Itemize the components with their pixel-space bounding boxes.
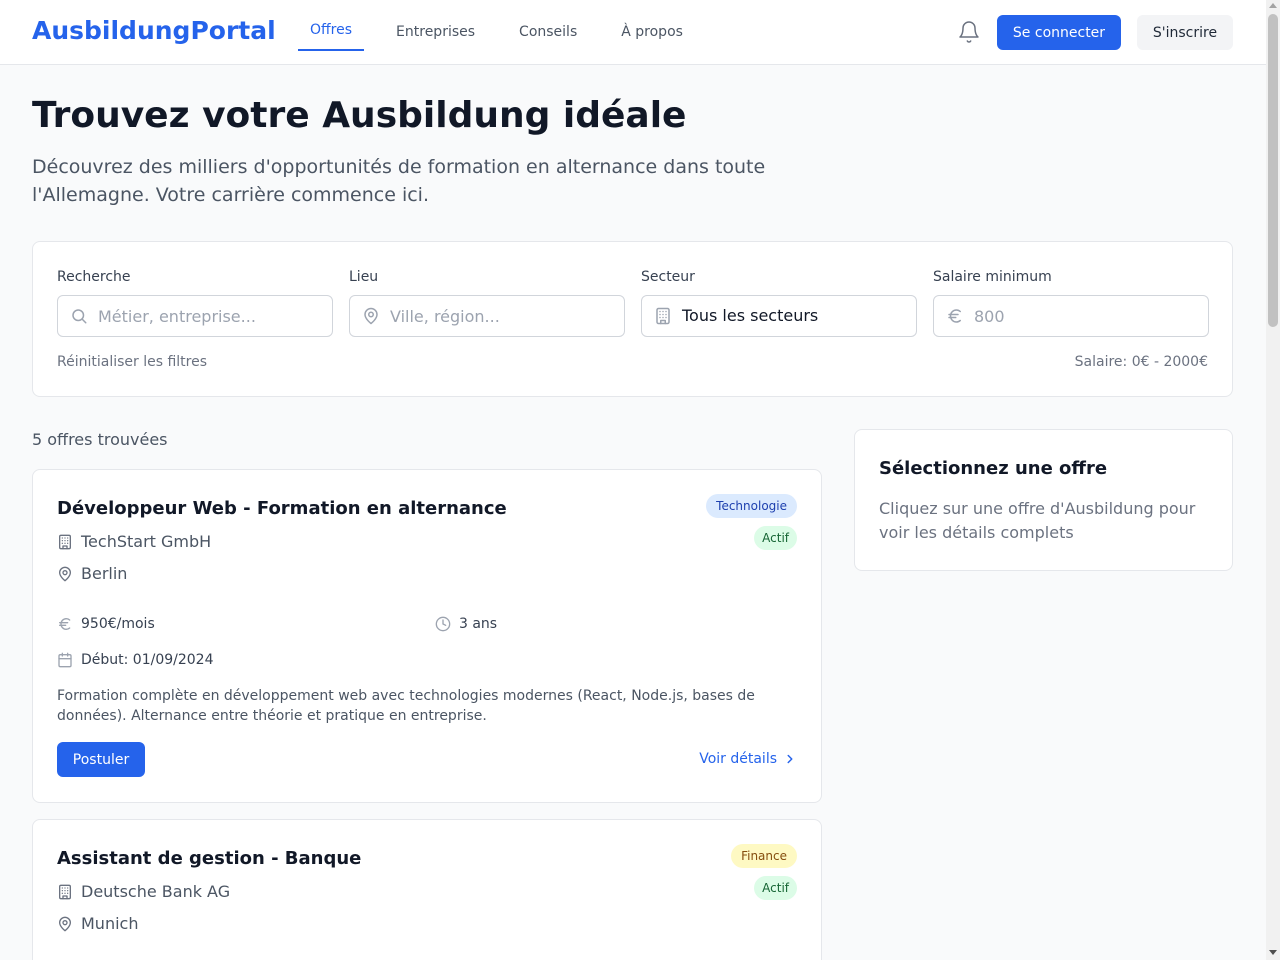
sector-selected-value: Tous les secteurs (682, 306, 819, 325)
map-pin-icon (59, 566, 71, 581)
duration-row: 3 ans (435, 616, 497, 632)
page-scrollbar[interactable] (1266, 0, 1280, 960)
location-row: Berlin (57, 564, 127, 583)
scroll-down-arrow-icon[interactable] (1269, 950, 1277, 955)
active-indicator (298, 49, 365, 51)
salary-label: Salaire minimum (933, 269, 1052, 285)
city-name: Berlin (81, 564, 128, 583)
view-details-link[interactable]: Voir détails (699, 751, 797, 767)
map-pin-icon (59, 916, 71, 931)
page-subtitle: Découvrez des milliers d'opportunités de… (32, 156, 766, 206)
offer-card[interactable]: Assistant de gestion - Banque Finance Ac… (32, 819, 822, 960)
nav-label: Offres (310, 22, 353, 38)
nav-label: Conseils (519, 24, 578, 40)
main-nav: Offres Entreprises Conseils À propos (298, 0, 715, 64)
salary-value: 950€/mois (81, 616, 155, 632)
map-pin-icon (364, 307, 378, 325)
offer-detail-panel: Sélectionnez une offre Cliquez sur une o… (854, 429, 1233, 571)
nav-conseils[interactable]: Conseils (507, 0, 589, 64)
chevron-right-icon (787, 754, 793, 764)
salary-field: Salaire minimum (933, 268, 1209, 337)
offer-title[interactable]: Développeur Web - Formation en alternanc… (57, 497, 507, 521)
search-field: Recherche (57, 268, 333, 337)
offer-description: Formation complète en développement web … (57, 688, 755, 724)
building-icon (59, 884, 71, 899)
detail-text: Cliquez sur une offre d'Ausbildung pour … (879, 499, 1196, 542)
nav-entreprises[interactable]: Entreprises (384, 0, 487, 64)
nav-label: Entreprises (396, 24, 476, 40)
results-count: 5 offres trouvées (32, 430, 168, 449)
logo[interactable]: AusbildungPortal (32, 15, 276, 47)
location-box[interactable] (349, 295, 625, 337)
status-badge: Actif (754, 526, 797, 550)
salary-range-text: Salaire: 0€ - 2000€ (1074, 354, 1208, 370)
offer-card[interactable]: Développeur Web - Formation en alternanc… (32, 469, 822, 803)
euro-icon (948, 309, 961, 323)
sector-badge: Finance (731, 844, 797, 868)
building-icon (59, 534, 71, 549)
nav-offres[interactable]: Offres (298, 0, 365, 64)
company-row: Deutsche Bank AG (57, 882, 230, 901)
detail-title: Sélectionnez une offre (879, 458, 1108, 479)
calendar-icon (58, 652, 72, 668)
salary-box[interactable] (933, 295, 1209, 337)
page-title: Trouvez votre Ausbildung idéale (32, 95, 687, 136)
status-badge: Actif (754, 876, 797, 900)
location-row: Munich (57, 914, 138, 933)
start-date-value: Début: 01/09/2024 (81, 652, 214, 668)
scroll-thumb[interactable] (1268, 14, 1278, 327)
sector-field: Secteur Tous les secteurs (641, 268, 917, 337)
duration-value: 3 ans (459, 616, 498, 632)
filter-panel: Recherche Lieu Secteur Tous les secteurs… (32, 241, 1233, 397)
search-label: Recherche (57, 269, 131, 285)
company-name: Deutsche Bank AG (81, 882, 231, 901)
euro-icon (59, 617, 71, 631)
salary-row: 950€/mois (57, 616, 155, 632)
login-button[interactable]: Se connecter (997, 15, 1121, 50)
apply-button[interactable]: Postuler (57, 742, 145, 777)
company-row: TechStart GmbH (57, 532, 211, 551)
city-name: Munich (81, 914, 139, 933)
view-details-label: Voir détails (699, 751, 777, 767)
location-input[interactable] (390, 296, 618, 336)
clock-icon (435, 616, 451, 632)
signup-button[interactable]: S'inscrire (1137, 15, 1233, 50)
search-input[interactable] (98, 296, 326, 336)
search-box[interactable] (57, 295, 333, 337)
bell-icon[interactable] (957, 20, 981, 44)
location-field: Lieu (349, 268, 625, 337)
search-icon (72, 309, 87, 324)
company-name: TechStart GmbH (81, 532, 212, 551)
scroll-up-arrow-icon[interactable] (1269, 3, 1277, 8)
start-date-row: Début: 01/09/2024 (57, 652, 214, 668)
location-label: Lieu (349, 269, 379, 285)
salary-input[interactable] (974, 296, 1202, 336)
reset-filters-link[interactable]: Réinitialiser les filtres (57, 354, 207, 370)
top-header: AusbildungPortal Offres Entreprises Cons… (0, 0, 1266, 65)
nav-a-propos[interactable]: À propos (609, 0, 695, 64)
building-icon (656, 307, 670, 325)
offer-title[interactable]: Assistant de gestion - Banque (57, 847, 361, 871)
sector-label: Secteur (641, 269, 695, 285)
sector-badge: Technologie (706, 494, 797, 518)
sector-select[interactable]: Tous les secteurs (641, 295, 917, 337)
nav-label: À propos (621, 24, 683, 40)
